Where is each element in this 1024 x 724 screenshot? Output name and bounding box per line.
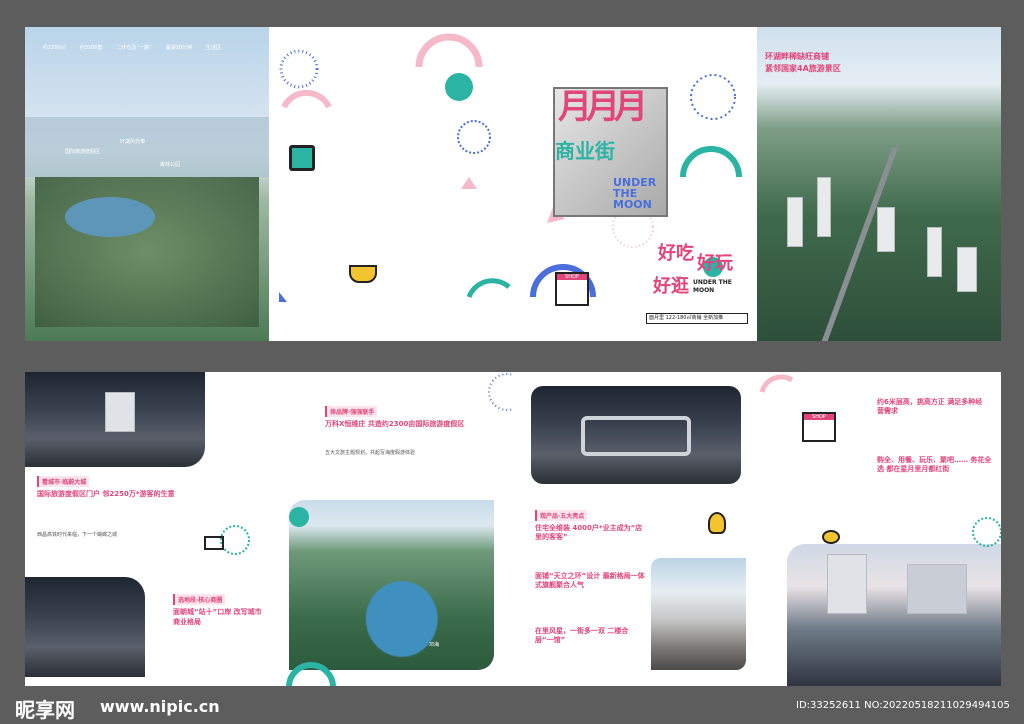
slogan-c: 好逛 bbox=[653, 276, 689, 297]
bottom-panel-3: 观产品·五大亮点 住宅全维装 4000户*业主成为“店里的客客” 面铺“天立之环… bbox=[513, 372, 757, 686]
right-title-2: 紧邻国家4A旅游景区 bbox=[765, 64, 841, 73]
right-title-1: 环湖畔稀缺旺商铺 bbox=[765, 52, 829, 61]
top-panel-2 bbox=[269, 27, 513, 341]
cover-bottom-bar: 面月里 122-180㎡商铺 全新加推 bbox=[646, 313, 748, 324]
p1-title2: 面朝城“站十”口岸 改写城市商业格局 bbox=[173, 608, 262, 626]
slogan-tag: UNDER THE MOON bbox=[693, 279, 732, 295]
overlay-label-2: 环湖风光带 bbox=[120, 139, 146, 145]
shopping-cart-icon bbox=[204, 525, 250, 555]
cover-headline: 月月月 bbox=[558, 87, 648, 127]
stat-2: 约3300套 bbox=[79, 45, 103, 51]
p3-title: 住宅全维装 4000户*业主成为“店里的客客” bbox=[535, 524, 643, 542]
overlay-label-3: 森林公园 bbox=[160, 162, 181, 168]
city-aerial-photo bbox=[757, 27, 1001, 341]
stat-3: 二环仓及“一路” bbox=[116, 45, 152, 51]
night-city-photo-1 bbox=[25, 372, 205, 467]
p3-heading: 观产品·五大亮点 bbox=[535, 510, 588, 521]
bottom-panel-2: 择品牌·强强联手 万科X恒维庄 共造约2300亩国际旅游度假区 五大文旅主题规划… bbox=[269, 372, 513, 686]
p1-heading: 看城市·临蔚大城 bbox=[37, 476, 90, 487]
night-city-photo-2 bbox=[25, 577, 145, 677]
resort-aerial-photo bbox=[25, 27, 269, 341]
p4-decor bbox=[759, 374, 1001, 547]
lightbulb-icon bbox=[708, 512, 726, 534]
watermark-logo: 昵享网 bbox=[15, 698, 75, 722]
watermark-id: ID:33252611 NO:20220518211029494105 bbox=[796, 700, 1010, 711]
p3-title2: 面铺“天立之环”设计 最新格局一体式旗舰聚合人气 bbox=[535, 572, 645, 590]
bottom-panel-1: 看城市·临蔚大城 国际旅游度假区门户 邻2250万*游客的生意 西昌高铁时代来临… bbox=[25, 372, 269, 686]
watermark-url: www.nipic.cn bbox=[100, 697, 220, 716]
bottom-panel-4: 约6米层高，挑高方正 满足多种经营需求 购全、用餐、玩乐、聚吧…… 务花全选 都… bbox=[757, 372, 1001, 686]
shop-storefront-icon: SHOP bbox=[555, 272, 589, 306]
slogan-a: 好吃 bbox=[658, 243, 694, 264]
slogan-b: 好玩 bbox=[697, 253, 733, 274]
p1-caption: 西昌高铁时代来临，下一个蝴蝶之城 bbox=[37, 532, 118, 538]
p1-tag2: 选地段·核心商圈 bbox=[173, 594, 226, 605]
top-panel-3-cover: 月月月 商业街 UNDER THE MOON 好吃 好玩 好逛 UNDER TH… bbox=[513, 27, 757, 341]
night-aerial-photo bbox=[531, 386, 741, 484]
stat-4: 蔓湖30分钟 bbox=[165, 45, 193, 51]
cover-sub: 商业街 bbox=[555, 139, 615, 163]
stat-5: 生活区 bbox=[206, 45, 222, 51]
p2-decor bbox=[286, 373, 513, 686]
coffee-cup-icon bbox=[349, 265, 377, 283]
top-panel-4: 环湖畔稀缺旺商铺 紧邻国家4A旅游景区 bbox=[757, 27, 1001, 341]
decor-shapes bbox=[279, 33, 511, 302]
top-panel-1: 约2200㎡ 约3300套 二环仓及“一路” 蔓湖30分钟 生活区 国际旅游度假… bbox=[25, 27, 269, 341]
p1-title: 国际旅游度假区门户 邻2250万*游客的生意 bbox=[37, 490, 175, 498]
overlay-label-1: 国际旅游度假区 bbox=[65, 149, 101, 155]
p3-title3: 在里风星，一街多一双 二楼合层“一馆” bbox=[535, 627, 629, 645]
cover-english: UNDER THE MOON bbox=[613, 176, 657, 211]
shopping-bag-icon bbox=[289, 145, 315, 171]
street-photo bbox=[651, 558, 746, 670]
stat-1: 约2200㎡ bbox=[43, 45, 66, 51]
